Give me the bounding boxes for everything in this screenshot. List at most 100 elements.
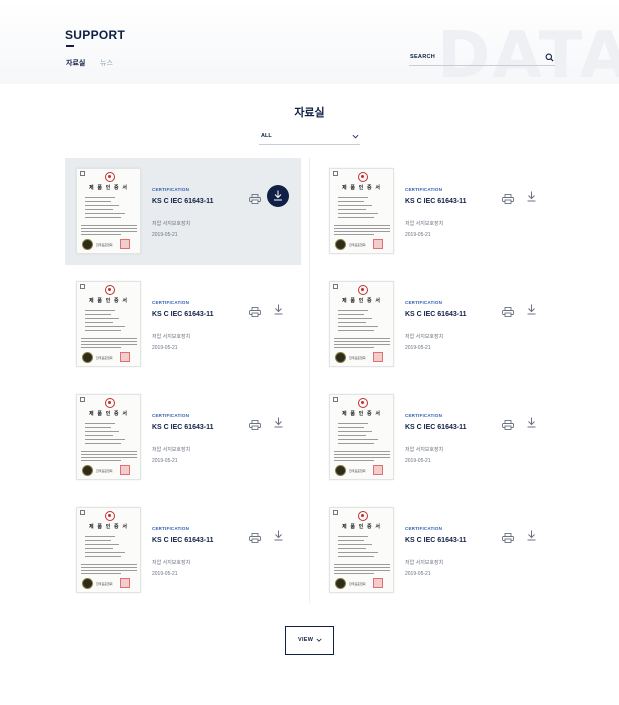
thumbnail-title: 제 품 인 증 서 xyxy=(342,411,381,417)
item-name[interactable]: KS C IEC 61643-11 xyxy=(405,537,466,544)
item-date: 2019-05-21 xyxy=(405,458,431,464)
item-name[interactable]: KS C IEC 61643-11 xyxy=(152,537,213,544)
download-icon[interactable] xyxy=(526,302,537,315)
certification-logo xyxy=(358,398,368,408)
seal-emblem xyxy=(82,352,93,363)
resource-card[interactable]: 제 품 인 증 서 한국표준협회 CERTIFICATION KS C IEC 616… xyxy=(65,497,301,604)
tab-news[interactable]: 뉴스 xyxy=(100,58,113,68)
item-date: 2019-05-21 xyxy=(152,345,178,351)
document-text-line xyxy=(85,443,121,444)
red-stamp xyxy=(120,578,130,588)
item-date: 2019-05-21 xyxy=(405,345,431,351)
print-icon[interactable] xyxy=(249,417,261,430)
resource-card[interactable]: 제 품 인 증 서 한국표준협회 CERTIFICATION KS C IEC 616… xyxy=(65,384,301,491)
column-divider xyxy=(309,158,310,603)
item-name[interactable]: KS C IEC 61643-11 xyxy=(152,198,213,205)
download-icon[interactable] xyxy=(273,528,284,541)
document-text-line xyxy=(85,540,111,541)
certificate-thumbnail[interactable]: 제 품 인 증 서 한국표준협회 xyxy=(329,394,394,480)
qr-mark xyxy=(333,284,338,289)
document-text-line xyxy=(81,234,121,235)
item-description: 저압 서지보호장치 xyxy=(152,221,191,227)
item-name[interactable]: KS C IEC 61643-11 xyxy=(152,311,213,318)
certification-logo xyxy=(105,172,115,182)
thumbnail-title: 제 품 인 증 서 xyxy=(89,185,128,191)
document-text-line xyxy=(338,322,366,323)
document-text-line xyxy=(81,564,137,565)
resource-card[interactable]: 제 품 인 증 서 한국표준협회 CERTIFICATION KS C IEC 616… xyxy=(318,158,554,265)
print-icon[interactable] xyxy=(502,417,514,430)
item-category: CERTIFICATION xyxy=(152,413,190,418)
certificate-thumbnail[interactable]: 제 품 인 증 서 한국표준협회 xyxy=(329,168,394,254)
document-text-line xyxy=(81,457,137,458)
document-text-line xyxy=(338,556,374,557)
tab-archive[interactable]: 자료실 xyxy=(66,58,85,68)
certificate-thumbnail[interactable]: 제 품 인 증 서 한국표준협회 xyxy=(76,394,141,480)
category-filter-select[interactable]: ALL xyxy=(259,130,360,145)
chevron-down-icon xyxy=(352,134,359,139)
document-text-line xyxy=(85,435,113,436)
resource-card[interactable]: 제 품 인 증 서 한국표준협회 CERTIFICATION KS C IEC 616… xyxy=(318,271,554,378)
document-text-line xyxy=(81,567,137,568)
item-name[interactable]: KS C IEC 61643-11 xyxy=(405,311,466,318)
document-text-line xyxy=(338,431,372,432)
resource-card[interactable]: 제 품 인 증 서 한국표준협회 CERTIFICATION KS C IEC 616… xyxy=(65,271,301,378)
document-text-line xyxy=(338,439,378,440)
document-text-line xyxy=(85,439,125,440)
thumbnail-issuer: 한국표준협회 xyxy=(96,356,113,360)
download-icon[interactable] xyxy=(273,415,284,428)
resource-card[interactable]: 제 품 인 증 서 한국표준협회 CERTIFICATION KS C IEC 616… xyxy=(65,158,301,265)
thumbnail-title: 제 품 인 증 서 xyxy=(89,298,128,304)
download-icon[interactable] xyxy=(273,302,284,315)
document-text-line xyxy=(334,460,374,461)
print-icon[interactable] xyxy=(502,304,514,317)
certification-logo xyxy=(105,511,115,521)
download-icon[interactable] xyxy=(526,189,537,202)
document-text-line xyxy=(81,344,137,345)
certificate-thumbnail[interactable]: 제 품 인 증 서한국표준협회 xyxy=(76,507,141,593)
thumbnail-title: 제 품 인 증 서 xyxy=(89,524,128,530)
print-icon[interactable] xyxy=(502,530,514,543)
document-text-line xyxy=(334,338,390,339)
print-icon[interactable] xyxy=(249,304,261,317)
item-description: 저압 서지보호장치 xyxy=(405,447,444,453)
document-text-line xyxy=(85,544,119,545)
document-text-line xyxy=(81,341,137,342)
item-description: 저압 서지보호장치 xyxy=(405,221,444,227)
search-label: SEARCH xyxy=(410,54,436,60)
certificate-thumbnail[interactable]: 제 품 인 증 서 한국표준협회 xyxy=(329,281,394,367)
item-category: CERTIFICATION xyxy=(405,526,443,531)
document-text-line xyxy=(338,314,364,315)
item-name[interactable]: KS C IEC 61643-11 xyxy=(405,424,466,431)
document-text-line xyxy=(85,205,119,206)
qr-mark xyxy=(80,510,85,515)
print-icon[interactable] xyxy=(249,530,261,543)
view-more-button[interactable]: VIEW xyxy=(285,626,334,655)
resource-card[interactable]: 제 품 인 증 서 한국표준협회 CERTIFICATION KS C IEC 616… xyxy=(318,384,554,491)
seal-emblem xyxy=(82,465,93,476)
document-text-line xyxy=(338,310,368,311)
seal-emblem xyxy=(82,239,93,250)
page-title: SUPPORT xyxy=(65,28,126,42)
item-category: CERTIFICATION xyxy=(405,413,443,418)
document-text-line xyxy=(338,213,378,214)
document-text-line xyxy=(81,225,137,226)
print-icon[interactable] xyxy=(249,191,261,204)
item-name[interactable]: KS C IEC 61643-11 xyxy=(152,424,213,431)
document-text-line xyxy=(85,431,119,432)
print-icon[interactable] xyxy=(502,191,514,204)
search-icon[interactable] xyxy=(545,53,554,62)
red-stamp xyxy=(373,352,383,362)
thumbnail-issuer: 한국표준협회 xyxy=(96,582,113,586)
document-text-line xyxy=(334,570,390,571)
download-button[interactable] xyxy=(267,185,289,207)
certificate-thumbnail[interactable]: 제 품 인 증 서한국표준협회 xyxy=(76,281,141,367)
certificate-thumbnail[interactable]: 제 품 인 증 서 한국표준협회 xyxy=(76,168,141,254)
download-icon[interactable] xyxy=(526,415,537,428)
item-name[interactable]: KS C IEC 61643-11 xyxy=(405,198,466,205)
download-icon[interactable] xyxy=(526,528,537,541)
search-field[interactable]: SEARCH xyxy=(409,50,555,66)
certificate-thumbnail[interactable]: 제 품 인 증 서 한국표준협회 xyxy=(329,507,394,593)
resource-card[interactable]: 제 품 인 증 서 한국표준협회 CERTIFICATION KS C IEC 616… xyxy=(318,497,554,604)
document-text-line xyxy=(85,548,113,549)
